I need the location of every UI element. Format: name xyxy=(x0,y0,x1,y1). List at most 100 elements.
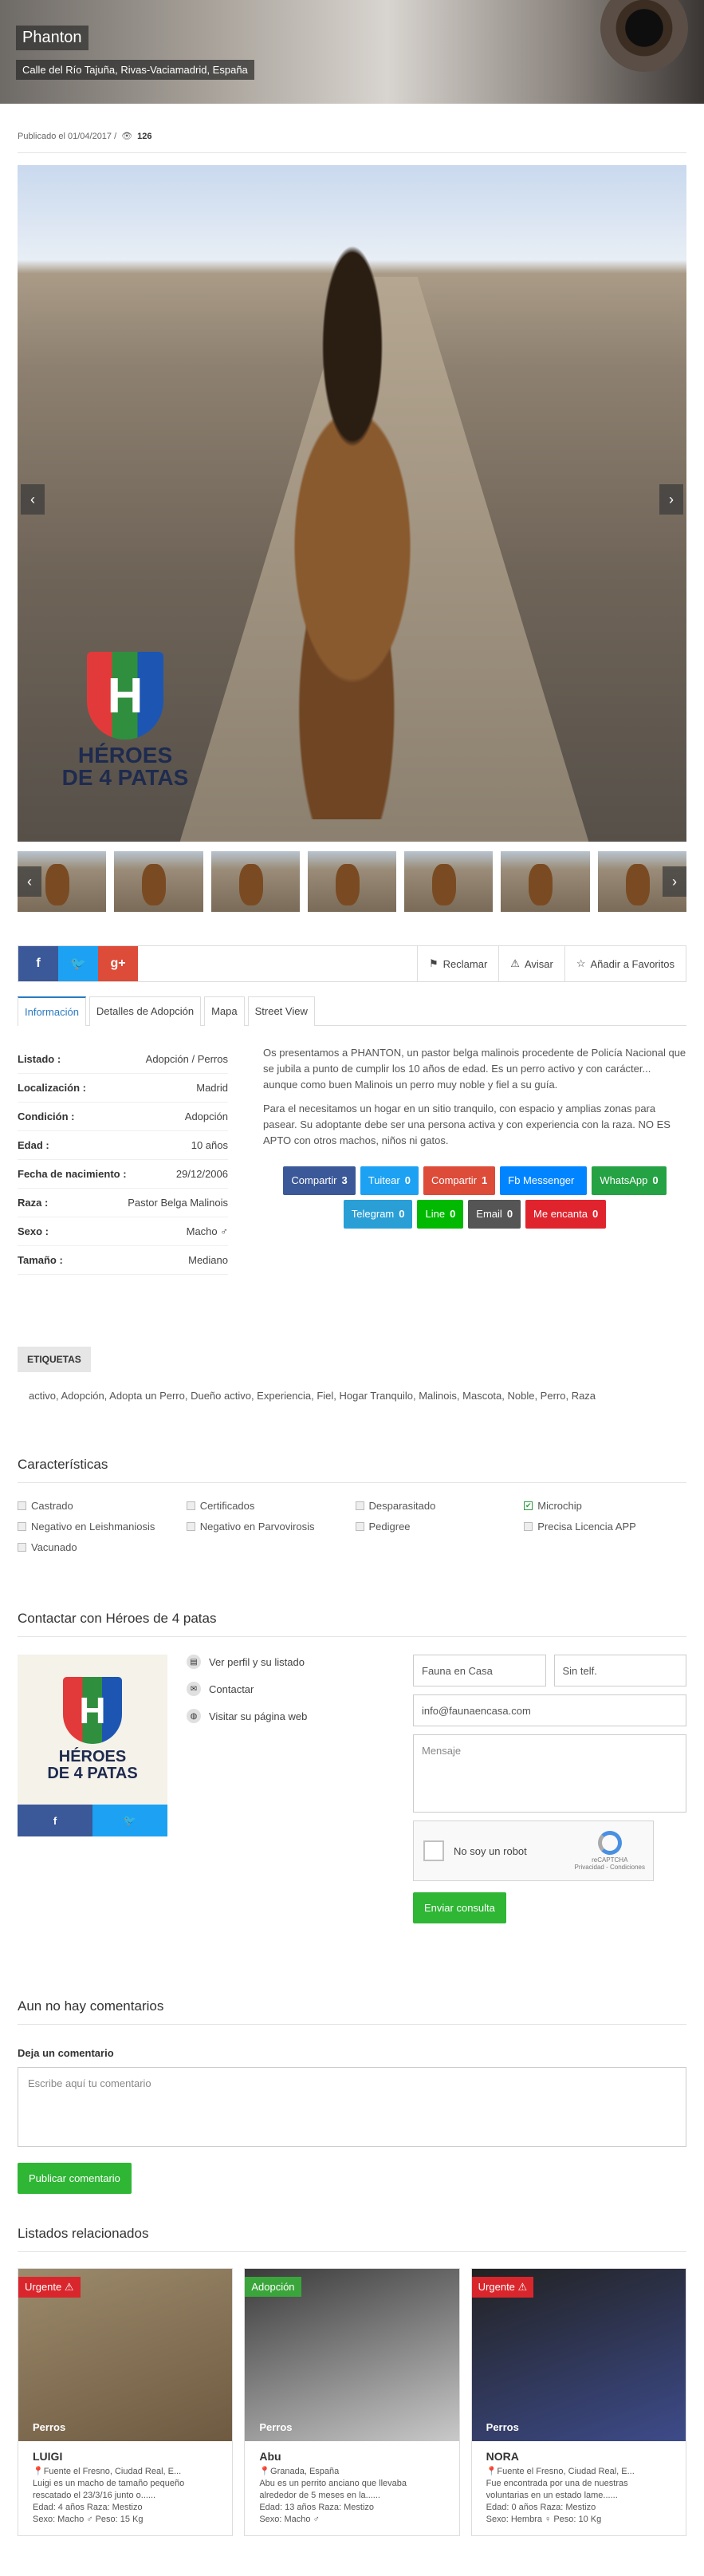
feature-item: Precisa Licencia APP xyxy=(524,1520,686,1534)
prev-arrow-icon[interactable]: ‹ xyxy=(21,484,45,515)
captcha-checkbox[interactable] xyxy=(423,1840,444,1861)
related-name: Abu xyxy=(259,2450,281,2463)
checkbox-icon xyxy=(18,1522,26,1531)
send-inquiry-button[interactable]: Enviar consulta xyxy=(413,1892,506,1923)
listing-address: Calle del Río Tajuña, Rivas-Vaciamadrid,… xyxy=(16,60,254,80)
contact-link[interactable]: ✉ Contactar xyxy=(187,1682,394,1696)
spec-row: Fecha de nacimiento :29/12/2006 xyxy=(18,1160,228,1189)
tags-list: activo, Adopción, Adopta un Perro, Dueño… xyxy=(29,1390,596,1402)
share-button[interactable]: Line 0 xyxy=(417,1200,464,1229)
contact-heading: Contactar con Héroes de 4 patas xyxy=(18,1611,217,1626)
name-field[interactable]: Fauna en Casa xyxy=(413,1655,546,1686)
spec-row: Edad :10 años xyxy=(18,1131,228,1160)
thumbnail[interactable] xyxy=(501,851,590,912)
dog-eye-photo xyxy=(600,0,688,72)
thumbnail-strip: ‹ › xyxy=(18,851,686,912)
checkbox-icon xyxy=(18,1543,26,1552)
share-count: 0 xyxy=(652,1174,659,1186)
thumb-prev-icon[interactable]: ‹ xyxy=(18,866,41,897)
status-badge: Urgente ⚠ xyxy=(18,2277,81,2298)
view-count: 126 xyxy=(137,131,152,141)
share-button[interactable]: Me encanta 0 xyxy=(525,1200,607,1229)
share-label: Tuitear xyxy=(368,1174,400,1186)
info-panel: Listado : Adopción / Perros Localización … xyxy=(18,1045,686,1275)
email-field[interactable]: info@faunaencasa.com xyxy=(413,1694,686,1726)
spec-row: Localización : Madrid xyxy=(18,1074,228,1103)
feature-item: ✔ Microchip xyxy=(524,1499,686,1513)
main-photo[interactable]: H HÉROES DE 4 PATAS ‹ › xyxy=(18,165,686,842)
facebook-icon[interactable]: f xyxy=(18,946,58,981)
related-heading: Listados relacionados xyxy=(18,2226,149,2241)
share-button[interactable]: Fb Messenger xyxy=(500,1166,588,1195)
post-comment-button[interactable]: Publicar comentario xyxy=(18,2163,132,2194)
related-card[interactable]: Urgente ⚠ Perros NORA 📍Fuente el Fresno, Ci… xyxy=(470,2268,686,2536)
related-age: Edad: 0 años Raza: Mestizo xyxy=(486,2503,596,2512)
spec-row: Condición : Adopción xyxy=(18,1103,228,1131)
listing-meta: Publicado el 01/04/2017 / 👁 126 xyxy=(18,131,686,153)
share-count: 0 xyxy=(592,1208,599,1220)
contact-panel: H HÉROES DE 4 PATAS f 🐦 ▤ Ver perfil y su … xyxy=(18,1655,686,1923)
share-button[interactable]: WhatsApp 0 xyxy=(592,1166,667,1195)
pin-icon: 📍 xyxy=(33,2467,44,2476)
facebook-icon[interactable]: f xyxy=(18,1805,92,1836)
share-button[interactable]: Compartir 1 xyxy=(423,1166,496,1195)
feature-label: Precisa Licencia APP xyxy=(537,1521,636,1533)
profile-icon: ▤ xyxy=(187,1655,201,1669)
thumbnail[interactable] xyxy=(114,851,203,912)
notify-button[interactable]: ⚠ Avisar xyxy=(498,946,564,981)
description: Os presentamos a PHANTON, un pastor belg… xyxy=(263,1045,686,1275)
category-label: Perros xyxy=(486,2421,519,2433)
feature-item: Vacunado xyxy=(18,1540,180,1555)
google-plus-icon[interactable]: g+ xyxy=(98,946,138,981)
related-photo[interactable]: Adopción Perros xyxy=(245,2269,459,2441)
contact-links: ▤ Ver perfil y su listado ✉ Contactar ◍ Vis… xyxy=(187,1655,394,1923)
view-profile-link[interactable]: ▤ Ver perfil y su listado xyxy=(187,1655,394,1669)
tab-informacion[interactable]: Información xyxy=(18,996,86,1026)
share-button[interactable]: Telegram 0 xyxy=(343,1200,413,1229)
thumb-next-icon[interactable]: › xyxy=(663,866,686,897)
related-photo[interactable]: Urgente ⚠ Perros xyxy=(18,2269,233,2441)
captcha-label: No soy un robot xyxy=(454,1844,527,1857)
message-field[interactable]: Mensaje xyxy=(413,1734,686,1813)
related-age: Edad: 4 años Raza: Mestizo xyxy=(33,2503,143,2512)
related-text: Luigi es un macho de tamaño pequeño resc… xyxy=(33,2479,185,2500)
feature-item: Desparasitado xyxy=(355,1499,518,1513)
share-label: Compartir xyxy=(291,1174,337,1186)
related-card[interactable]: Urgente ⚠ Perros LUIGI 📍Fuente el Fresno, C… xyxy=(18,2268,234,2536)
recaptcha-icon: reCAPTCHA Privacidad - Condiciones xyxy=(575,1831,645,1871)
dog-photo xyxy=(209,213,496,819)
share-label: WhatsApp xyxy=(600,1174,648,1186)
next-arrow-icon[interactable]: › xyxy=(659,484,683,515)
share-count: 0 xyxy=(404,1174,411,1186)
features-grid: Castrado Certificados Desparasitado ✔ Microc… xyxy=(18,1499,686,1555)
logo-text: HÉROES DE 4 PATAS xyxy=(61,743,189,790)
envelope-icon: ✉ xyxy=(187,1682,201,1696)
hero-banner: Phanton Calle del Río Tajuña, Rivas-Vaci… xyxy=(0,0,704,104)
phone-field[interactable]: Sin telf. xyxy=(553,1655,686,1686)
share-label: Me encanta xyxy=(533,1208,588,1220)
website-link[interactable]: ◍ Visitar su página web xyxy=(187,1709,394,1723)
related-card[interactable]: Adopción Perros Abu 📍Granada, España Abu es … xyxy=(244,2268,460,2536)
share-label: Fb Messenger xyxy=(508,1174,575,1186)
tab-street-view[interactable]: Street View xyxy=(247,996,315,1026)
report-button[interactable]: ⚑ Reclamar xyxy=(417,946,498,981)
thumbnail[interactable] xyxy=(307,851,397,912)
share-button[interactable]: Compartir 3 xyxy=(283,1166,356,1195)
thumbnail[interactable] xyxy=(404,851,494,912)
feature-label: Pedigree xyxy=(368,1521,411,1533)
related-photo[interactable]: Urgente ⚠ Perros xyxy=(471,2269,686,2441)
category-label: Perros xyxy=(33,2421,66,2433)
related-listings: Urgente ⚠ Perros LUIGI 📍Fuente el Fresno, C… xyxy=(18,2268,686,2536)
share-button[interactable]: Tuitear 0 xyxy=(360,1166,419,1195)
twitter-icon[interactable]: 🐦 xyxy=(92,1805,167,1836)
feature-item: Negativo en Parvovirosis xyxy=(186,1520,349,1534)
tab-mapa[interactable]: Mapa xyxy=(204,996,245,1026)
tab-detalles[interactable]: Detalles de Adopción xyxy=(88,996,202,1026)
comment-textarea[interactable]: Escribe aquí tu comentario xyxy=(18,2067,686,2147)
feature-label: Certificados xyxy=(199,1500,255,1512)
share-button[interactable]: Email 0 xyxy=(468,1200,521,1229)
twitter-icon[interactable]: 🐦 xyxy=(58,946,98,981)
thumbnail[interactable] xyxy=(210,851,300,912)
status-badge: Urgente ⚠ xyxy=(471,2277,534,2298)
favorite-button[interactable]: ☆ Añadir a Favoritos xyxy=(564,946,686,981)
